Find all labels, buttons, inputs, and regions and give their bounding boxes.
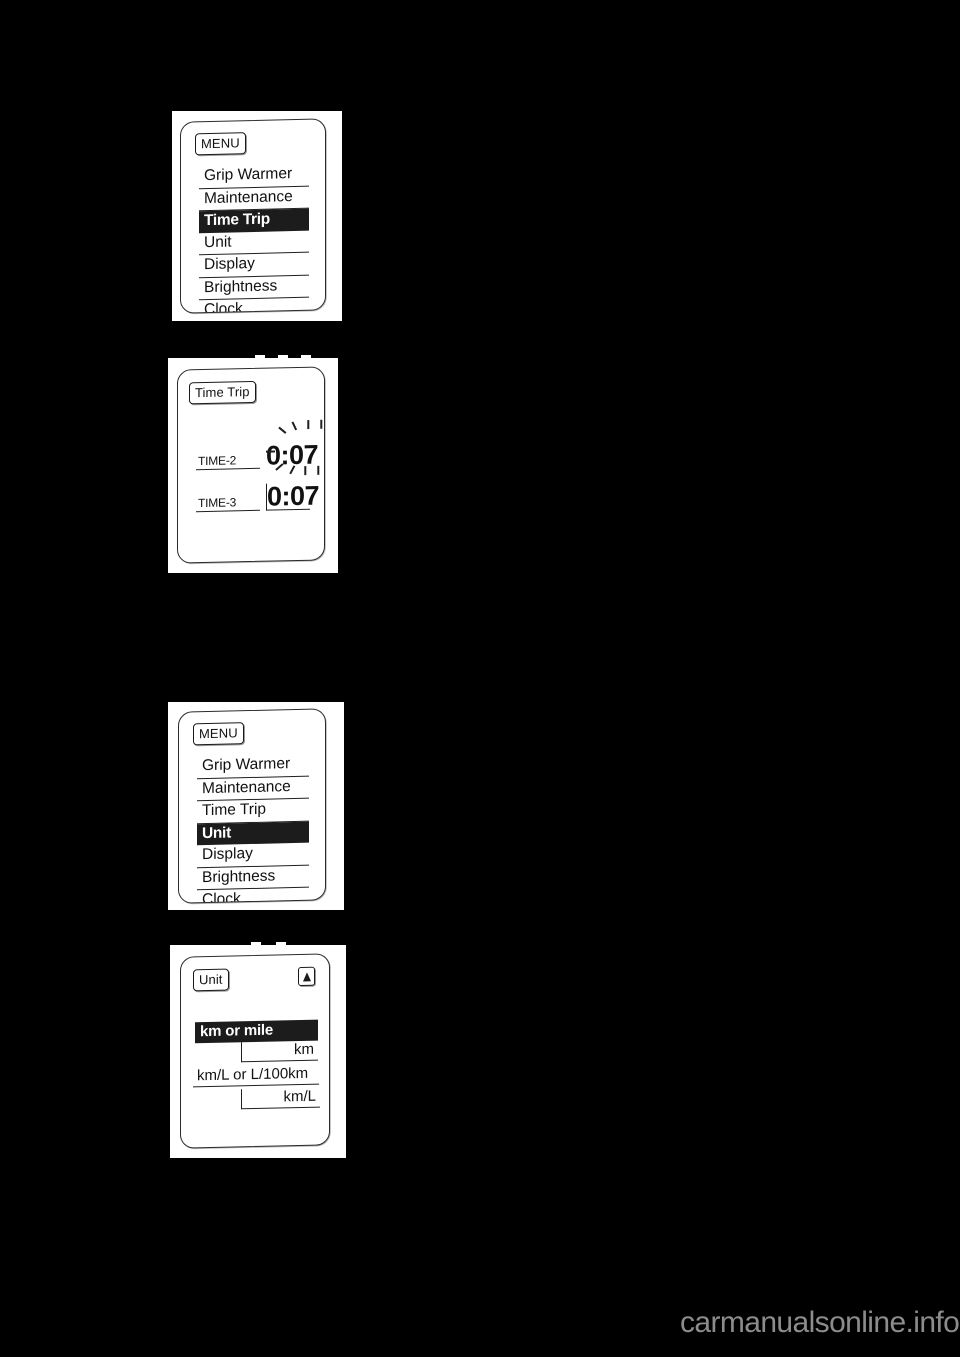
time-trip-row-time-2[interactable]: TIME-2 0:07 [192,419,323,476]
menu-item-clock[interactable]: Clock [197,887,309,903]
menu-item-maintenance[interactable]: Maintenance [197,776,309,802]
unit-heading-fuel-economy[interactable]: km/L or L/100km [193,1064,319,1088]
menu-item-grip-warmer[interactable]: Grip Warmer [199,163,309,189]
screen-tag-time-trip: Time Trip [189,380,256,405]
unit-heading-km-or-mile[interactable]: km or mile [195,1019,318,1044]
time-trip-row-value: 0:07 [266,480,320,512]
menu-item-label: Clock [204,300,243,313]
menu-item-maintenance[interactable]: Maintenance [199,186,309,212]
time-trip-row-time-3[interactable]: TIME-3 0:07 [192,472,320,513]
menu-item-brightness[interactable]: Brightness [199,275,309,301]
menu-item-brightness[interactable]: Brightness [197,865,309,891]
menu-item-display[interactable]: Display [197,842,309,868]
lcd-screen-menu-unit: MENU Grip Warmer Maintenance Time Trip U… [178,708,326,904]
menu-item-grip-warmer[interactable]: Grip Warmer [197,753,309,779]
menu-item-label: Brightness [204,276,278,296]
lcd-screen-unit: Unit km or mile km km/L or L/100km km/L [180,953,330,1149]
menu-item-display[interactable]: Display [199,252,309,278]
menu-item-label: Time Trip [204,210,270,230]
screen-tag-menu: MENU [195,132,246,156]
illustration-plate-time-trip: Time Trip TIME-2 0:07 TIME-3 0:07 [168,358,338,573]
unit-value-fuel-economy: km/L [241,1087,320,1110]
illustration-plate-unit: Unit km or mile km km/L or L/100km km/L [170,945,346,1158]
menu-item-label: Maintenance [204,187,293,207]
time-trip-row-label: TIME-2 [196,452,260,471]
up-arrow-triangle [302,971,311,981]
flashing-indicator-icon [266,419,324,476]
menu-item-label: Display [204,254,255,274]
menu-item-label: Clock [202,890,241,903]
menu-list[interactable]: Grip Warmer Maintenance Time Trip Unit D… [197,753,309,903]
menu-item-label: Time Trip [202,800,267,820]
menu-item-label: Maintenance [202,777,291,797]
illustration-plate-menu-unit: MENU Grip Warmer Maintenance Time Trip U… [168,702,344,910]
menu-item-label: Unit [202,823,231,842]
lcd-screen-time-trip: Time Trip TIME-2 0:07 TIME-3 0:07 [177,366,325,564]
menu-item-label: Display [202,844,253,864]
menu-item-time-trip[interactable]: Time Trip [197,798,309,824]
illustration-plate-menu-time-trip: MENU Grip Warmer Maintenance Time Trip U… [172,111,342,321]
menu-list[interactable]: Grip Warmer Maintenance Time Trip Unit D… [199,163,309,313]
menu-item-label: Grip Warmer [202,755,291,775]
menu-item-unit[interactable]: Unit [197,821,309,846]
menu-item-label: Unit [204,233,232,251]
menu-item-clock[interactable]: Clock [199,297,309,313]
unit-value-distance: km [241,1040,318,1063]
menu-item-time-trip[interactable]: Time Trip [199,208,309,233]
up-arrow-icon[interactable] [298,966,315,987]
screen-tag-menu: MENU [193,722,244,746]
time-trip-row-label: TIME-3 [196,494,260,513]
lcd-screen-menu-time-trip: MENU Grip Warmer Maintenance Time Trip U… [180,118,326,314]
site-watermark: carmanualsonline.info [680,1306,960,1339]
menu-item-label: Brightness [202,866,276,886]
screen-tag-unit: Unit [193,968,229,992]
menu-item-label: Grip Warmer [204,165,293,185]
menu-item-unit[interactable]: Unit [199,230,309,256]
